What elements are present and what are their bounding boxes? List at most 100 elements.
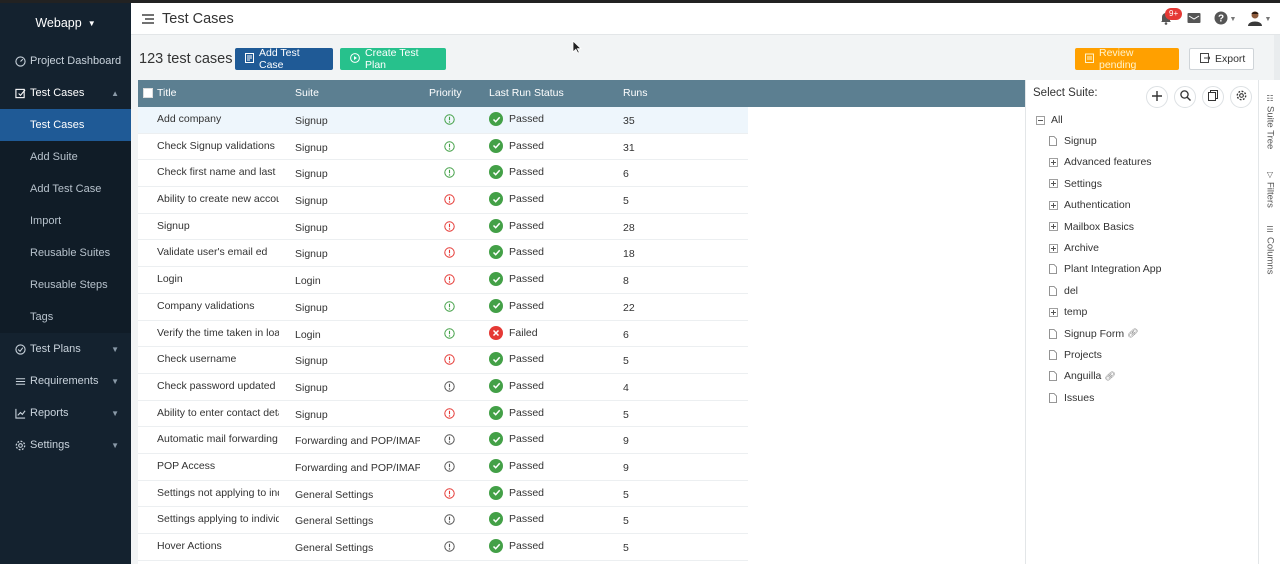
tree-item[interactable]: Signup [1048, 135, 1097, 147]
cell-title[interactable]: Settings not applying to indi [157, 487, 279, 499]
table-row[interactable]: Verify the time taken in load Login Failed… [138, 321, 748, 348]
project-switcher[interactable]: Webapp ▼ [0, 3, 131, 43]
tree-item[interactable]: del [1048, 285, 1078, 297]
tab-columns[interactable]: ☰ Columns [1261, 225, 1279, 275]
sidebar-item-test-cases[interactable]: Test Cases ▲ [0, 77, 131, 109]
tree-item[interactable]: Authentication [1048, 199, 1131, 211]
tab-suite-tree[interactable]: ☷ Suite Tree [1261, 94, 1279, 149]
page-scrollbar[interactable] [1274, 35, 1280, 80]
priority-low-icon [444, 140, 456, 153]
table-row[interactable]: Automatic mail forwarding Forwarding and … [138, 427, 748, 454]
sidebar-subitem-reusable-steps[interactable]: Reusable Steps [0, 269, 131, 301]
cell-title[interactable]: Add company [157, 113, 279, 125]
sidebar-item-reports[interactable]: Reports ▼ [0, 397, 131, 429]
cell-title[interactable]: POP Access [157, 460, 279, 472]
sidebar-subitem-reusable-suites[interactable]: Reusable Suites [0, 237, 131, 269]
review-pending-button[interactable]: Review pending [1075, 47, 1179, 71]
expand-icon[interactable] [1048, 307, 1058, 317]
cell-title[interactable]: Company validations [157, 300, 279, 312]
cell-title[interactable]: Check Signup validations [157, 140, 279, 152]
collapse-icon[interactable] [1035, 115, 1045, 125]
help-button[interactable]: ? ▼ [1208, 3, 1242, 35]
column-header-last-run-status[interactable]: Last Run Status [489, 87, 564, 99]
cell-runs: 4 [623, 381, 629, 394]
cell-title[interactable]: Hover Actions [157, 540, 279, 552]
tree-item[interactable]: Mailbox Basics [1048, 221, 1134, 233]
create-test-plan-button[interactable]: Create Test Plan [340, 47, 446, 71]
add-test-case-button[interactable]: Add Test Case [235, 47, 333, 71]
user-menu[interactable]: ▼ [1242, 3, 1276, 35]
suite-settings-button[interactable] [1230, 86, 1252, 108]
cell-title[interactable]: Check password updated [157, 380, 279, 392]
sidebar-subitem-add-suite[interactable]: Add Suite [0, 141, 131, 173]
column-header-suite[interactable]: Suite [295, 87, 319, 99]
cell-title[interactable]: Verify the time taken in load [157, 327, 279, 339]
copy-suite-button[interactable] [1202, 86, 1224, 108]
sidebar-item-settings[interactable]: Settings ▼ [0, 429, 131, 461]
sidebar-item-project-dashboard[interactable]: Project Dashboard [0, 45, 131, 77]
cell-title[interactable]: Automatic mail forwarding [157, 433, 279, 445]
table-row[interactable]: Hover Actions General Settings Passed 5 [138, 534, 748, 561]
column-header-runs[interactable]: Runs [623, 87, 648, 99]
tree-item[interactable]: Issues [1048, 392, 1094, 404]
column-header-priority[interactable]: Priority [429, 87, 462, 99]
sidebar-subitem-add-test-case[interactable]: Add Test Case [0, 173, 131, 205]
sidebar-item-requirements[interactable]: Requirements ▼ [0, 365, 131, 397]
tab-filters[interactable]: ▽ Filters [1261, 170, 1279, 208]
priority-low-icon [444, 327, 456, 340]
tree-item[interactable]: Settings [1048, 178, 1102, 190]
tree-item[interactable]: Projects [1048, 349, 1102, 361]
sidebar-subitem-tags[interactable]: Tags [0, 301, 131, 333]
test-cases-table: Title Suite Priority Last Run Status Run… [138, 80, 1025, 564]
notifications-button[interactable]: 9+ [1152, 3, 1183, 35]
cell-title[interactable]: Check username [157, 353, 279, 365]
cell-title[interactable]: Ability to enter contact detai [157, 407, 279, 419]
table-row[interactable]: Check username Signup Passed 5 [138, 347, 748, 374]
tree-item[interactable]: Plant Integration App [1048, 263, 1162, 275]
tree-item[interactable]: Advanced features [1048, 156, 1152, 168]
sidebar-subitem-import[interactable]: Import [0, 205, 131, 237]
cell-title[interactable]: Ability to create new accoun [157, 193, 279, 205]
cell-title[interactable]: Signup [157, 220, 279, 232]
table-row[interactable]: Ability to create new accoun Signup Passed… [138, 187, 748, 214]
table-row[interactable]: Validate user's email ed Signup Passed 18 [138, 240, 748, 268]
add-suite-button[interactable] [1146, 86, 1168, 108]
expand-icon[interactable] [1048, 200, 1058, 210]
inbox-button[interactable] [1180, 3, 1208, 35]
sidebar-item-test-plans[interactable]: Test Plans ▼ [0, 333, 131, 365]
search-suite-button[interactable] [1174, 86, 1196, 108]
cell-runs: 31 [623, 141, 635, 154]
table-row[interactable]: Check first name and last na Signup Passed… [138, 160, 748, 188]
expand-icon[interactable] [1048, 243, 1058, 253]
table-row[interactable]: Check Signup validations Signup Passed 31 [138, 134, 748, 161]
tree-root-all[interactable]: All [1035, 114, 1063, 126]
table-row[interactable]: Check password updated Signup Passed 4 [138, 374, 748, 401]
column-header-title[interactable]: Title [157, 87, 176, 99]
table-row[interactable]: Ability to enter contact detai Signup Pass… [138, 401, 748, 428]
tree-item-label: Anguilla [1064, 370, 1102, 383]
tree-item[interactable]: Archive [1048, 242, 1099, 254]
cell-suite: Signup [295, 355, 328, 368]
table-row[interactable]: Company validations Signup Passed 22 [138, 294, 748, 321]
table-row[interactable]: Login Login Passed 8 [138, 267, 748, 294]
expand-icon[interactable] [1048, 179, 1058, 189]
tree-item[interactable]: temp [1048, 306, 1087, 318]
cell-title[interactable]: Login [157, 273, 279, 285]
expand-icon[interactable] [1048, 157, 1058, 167]
expand-icon[interactable] [1048, 222, 1058, 232]
cell-title[interactable]: Check first name and last na [157, 166, 279, 178]
cell-title[interactable]: Settings applying to individu [157, 513, 279, 525]
export-button[interactable]: Export [1189, 48, 1254, 70]
menu-toggle-icon[interactable] [134, 3, 162, 35]
select-all-checkbox[interactable] [143, 88, 153, 98]
table-row[interactable]: Signup Signup Passed 28 [138, 214, 748, 241]
table-row[interactable]: Add company Signup Passed 35 [138, 107, 748, 134]
table-row[interactable]: Settings applying to individu General Set… [138, 507, 748, 534]
cell-last-run-status: Passed [489, 352, 544, 367]
cell-title[interactable]: Validate user's email ed [157, 246, 279, 258]
tree-item[interactable]: Anguilla 🔗︎ [1048, 370, 1116, 382]
table-row[interactable]: Settings not applying to indi General Set… [138, 481, 748, 508]
tree-item[interactable]: Signup Form 🔗︎ [1048, 328, 1139, 340]
table-row[interactable]: POP Access Forwarding and POP/IMAP Passed 9 [138, 454, 748, 481]
sidebar-subitem-test-cases[interactable]: Test Cases [0, 109, 131, 141]
